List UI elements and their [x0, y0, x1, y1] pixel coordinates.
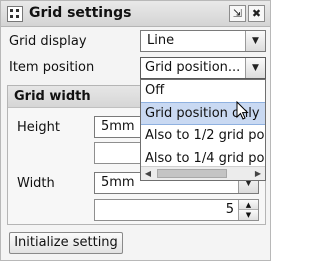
title-bar[interactable]: Grid settings ⇲ ✖	[1, 1, 270, 27]
grid-display-select[interactable]: Line ▼	[140, 30, 266, 52]
grid-display-label: Grid display	[9, 34, 87, 49]
close-icon: ✖	[251, 7, 262, 20]
item-position-value: Grid position...	[145, 60, 241, 75]
grid-icon	[7, 6, 23, 22]
spin-buttons[interactable]: ▲ ▼	[238, 200, 258, 220]
item-position-select[interactable]: Grid position... ▼	[140, 57, 266, 79]
pin-button[interactable]: ⇲	[229, 5, 246, 22]
chevron-down-icon[interactable]: ▼	[245, 58, 265, 78]
spin-down-icon[interactable]: ▼	[239, 210, 258, 220]
item-position-label: Item position	[9, 60, 95, 75]
grid-width-title: Grid width	[14, 89, 91, 104]
grid-settings-panel: Grid settings ⇲ ✖ Grid display Line ▼ It…	[0, 0, 271, 261]
width-label: Width	[17, 176, 55, 191]
initialize-setting-button[interactable]: Initialize setting	[9, 232, 123, 254]
close-button[interactable]: ✖	[248, 5, 265, 22]
window-title: Grid settings	[29, 5, 132, 21]
scroll-right-icon[interactable]: ▶	[251, 167, 265, 180]
height-label: Height	[17, 120, 60, 135]
dropdown-option-off[interactable]: Off	[141, 80, 265, 103]
spin-up-icon[interactable]: ▲	[239, 200, 258, 210]
width-number-stepper[interactable]: 5 ▲ ▼	[94, 199, 259, 221]
item-position-dropdown: Off Grid position only Also to 1/2 grid …	[140, 79, 266, 181]
dropdown-option-half-grid[interactable]: Also to 1/2 grid position	[141, 125, 265, 148]
chevron-down-icon[interactable]: ▼	[245, 31, 265, 51]
width-unit-value: 5mm	[101, 175, 135, 190]
dropdown-horizontal-scrollbar[interactable]: ◀ ▶	[141, 166, 265, 180]
pin-icon: ⇲	[232, 7, 243, 20]
width-number-value: 5	[225, 202, 234, 217]
scroll-left-icon[interactable]: ◀	[141, 167, 155, 180]
mouse-cursor-icon	[236, 101, 249, 120]
scrollbar-thumb[interactable]	[157, 169, 227, 178]
grid-display-value: Line	[147, 33, 175, 48]
height-unit-value: 5mm	[101, 119, 135, 134]
